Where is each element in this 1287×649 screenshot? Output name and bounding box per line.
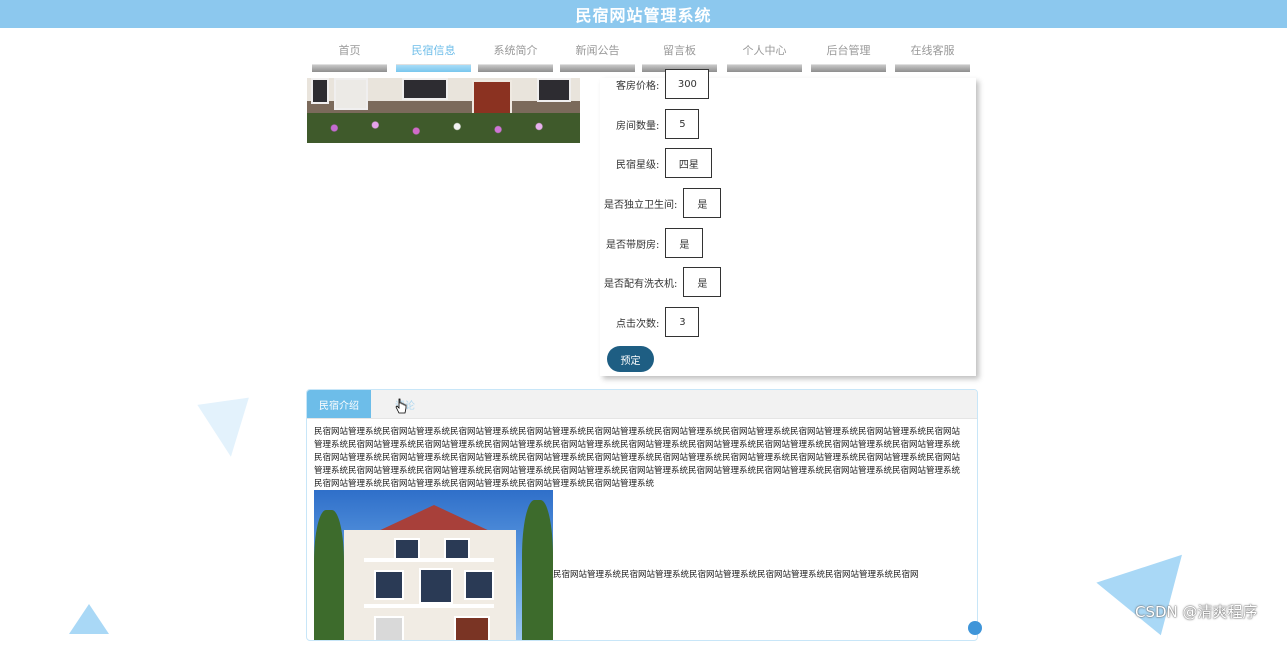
field-click-count: 点击次数: 3 [616,305,700,339]
field-label: 是否独立卫生间: [604,199,678,211]
nav-item-label: 留言板 [663,44,696,57]
watermark-text: CSDN @清爽程序 [1135,603,1258,621]
homestay-photo [307,78,580,143]
field-label: 民宿星级: [616,159,660,171]
field-label: 是否带厨房: [606,239,660,251]
field-value: 5 [665,109,700,139]
field-label: 是否配有洗衣机: [604,278,678,290]
nav-item-personal-center[interactable]: 个人中心 [727,38,802,72]
nav-item-admin[interactable]: 后台管理 [811,38,886,72]
nav-item-online-service[interactable]: 在线客服 [895,38,970,72]
decor-triangle [197,397,257,461]
header-bar: 民宿网站管理系统 [0,0,1287,28]
nav-item-system-intro[interactable]: 系统简介 [478,38,553,72]
scroll-top-icon[interactable] [968,621,982,635]
nav-item-label: 首页 [338,44,361,57]
field-label: 客房价格: [616,80,660,92]
field-value: 3 [665,307,700,337]
field-value: 是 [683,267,722,297]
field-label: 房间数量: [616,120,660,132]
intro-caption: 民宿网站管理系统民宿网站管理系统民宿网站管理系统民宿网站管理系统民宿网站管理系统… [553,570,919,580]
tab-homestay-intro[interactable]: 民宿介绍 [307,390,371,418]
site-title: 民宿网站管理系统 [575,6,712,25]
nav-item-home[interactable]: 首页 [312,38,387,72]
nav-item-label: 后台管理 [826,44,871,57]
decor-triangle [69,604,109,634]
field-value: 是 [665,228,704,258]
nav-item-label: 系统简介 [493,44,538,57]
tab-header: 民宿介绍 评论 [307,390,977,419]
nav-item-label: 新闻公告 [575,44,620,57]
nav-item-label: 在线客服 [910,44,955,57]
field-washing-machine: 是否配有洗衣机: 是 [604,265,722,299]
field-private-bathroom: 是否独立卫生间: 是 [604,186,722,220]
intro-tab-panel: 民宿介绍 评论 民宿网站管理系统民宿网站管理系统民宿网站管理系统民宿网站管理系统… [306,389,978,641]
field-label: 点击次数: [616,318,660,330]
field-room-price: 客房价格: 300 [616,67,710,101]
field-value: 是 [683,188,722,218]
intro-text: 民宿网站管理系统民宿网站管理系统民宿网站管理系统民宿网站管理系统民宿网站管理系统… [314,427,961,489]
nav-item-homestay-info[interactable]: 民宿信息 [396,38,471,72]
field-value: 四星 [665,148,713,178]
villa-photo [314,490,553,640]
book-button[interactable]: 预定 [607,346,654,372]
nav-item-label: 个人中心 [742,44,787,57]
field-value: 300 [665,69,710,99]
field-star-rating: 民宿星级: 四星 [616,146,713,180]
field-room-count: 房间数量: 5 [616,107,700,141]
hand-cursor-icon [395,398,407,414]
nav-item-label: 民宿信息 [411,44,456,57]
field-kitchen: 是否带厨房: 是 [606,226,704,260]
homestay-details-panel: 客房价格: 300 房间数量: 5 民宿星级: 四星 是否独立卫生间: 是 是否… [600,69,976,376]
